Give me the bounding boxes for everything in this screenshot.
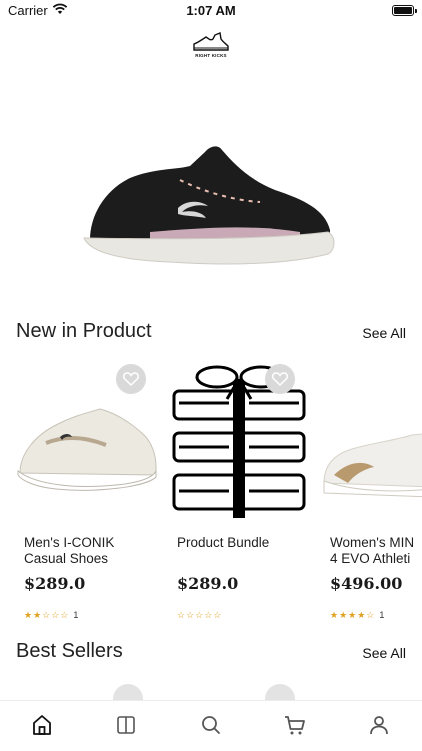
rating-stars: ★★☆☆☆ 1 (24, 610, 78, 621)
battery-icon (392, 5, 417, 16)
home-icon[interactable] (30, 713, 54, 737)
product-card[interactable]: Women's MIN 4 EVO Athleti $496.00 ★★★★☆ 1 (322, 363, 422, 633)
cart-icon[interactable] (283, 713, 307, 737)
sneaker-logo-icon (193, 32, 229, 51)
profile-icon[interactable] (367, 713, 391, 737)
shoe-image (323, 433, 422, 498)
stars: ★★★★☆ (330, 610, 376, 620)
favorite-button[interactable] (116, 364, 146, 394)
search-icon[interactable] (199, 713, 223, 737)
stars: ★★☆☆☆ (24, 610, 70, 620)
product-price: $289.0 (177, 574, 239, 593)
heart-icon (123, 372, 139, 386)
product-name[interactable]: Men's I-CONIK Casual Shoes (24, 535, 152, 567)
clock: 1:07 AM (186, 3, 236, 18)
brand-logo: RIGHT KICKS (188, 30, 234, 64)
section-title-new-in: New in Product (16, 320, 152, 342)
see-all-best-sellers-link[interactable]: See All (362, 645, 406, 661)
rating-stars: ★★★★☆ 1 (330, 610, 384, 621)
product-price: $496.00 (330, 574, 403, 593)
product-name[interactable]: Product Bundle (177, 535, 305, 551)
favorite-button[interactable] (265, 364, 295, 394)
rating-stars: ☆☆☆☆☆ (177, 610, 222, 621)
product-card[interactable]: Product Bundle $289.0 ☆☆☆☆☆ (169, 363, 311, 633)
product-name[interactable]: Women's MIN 4 EVO Athleti (330, 535, 422, 567)
heart-icon (272, 372, 288, 386)
logo-text: RIGHT KICKS (195, 53, 227, 58)
section-title-best-sellers: Best Sellers (16, 640, 123, 662)
catalog-icon[interactable] (114, 713, 138, 737)
hero-shoe-image[interactable] (60, 120, 360, 280)
see-all-new-in-link[interactable]: See All (362, 325, 406, 341)
tab-bar (0, 700, 422, 751)
product-card[interactable]: Men's I-CONIK Casual Shoes $289.0 ★★☆☆☆ 1 (16, 363, 158, 633)
product-image[interactable] (322, 363, 422, 518)
stars: ☆☆☆☆☆ (177, 610, 223, 620)
product-price: $289.0 (24, 574, 86, 593)
status-bar: Carrier 1:07 AM (0, 0, 422, 24)
rating-count: 1 (379, 610, 385, 620)
rating-count: 1 (73, 610, 79, 620)
